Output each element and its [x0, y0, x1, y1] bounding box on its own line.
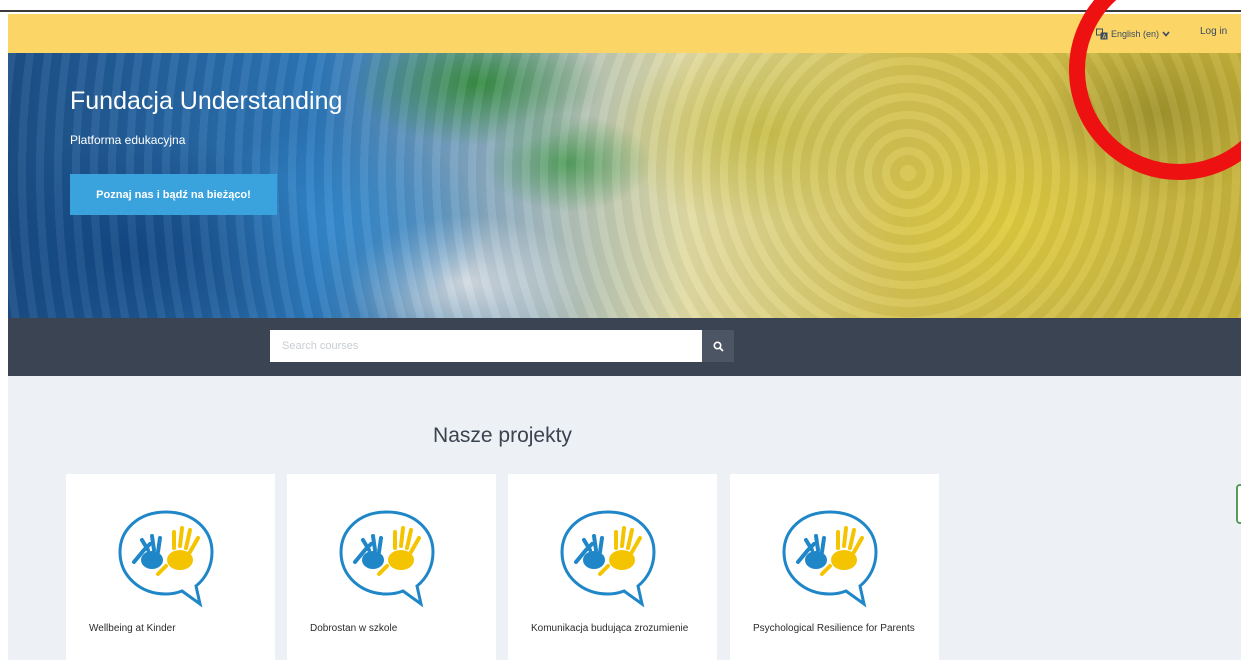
card-title: Wellbeing at Kinder	[89, 623, 176, 634]
course-card[interactable]: Wellbeing at Kinder	[66, 474, 275, 660]
course-card[interactable]: Dobrostan w szkole	[287, 474, 496, 660]
top-navbar	[8, 14, 1241, 53]
hands-speech-bubble-icon	[339, 510, 435, 608]
search-icon	[712, 340, 724, 352]
section-heading: Nasze projekty	[433, 424, 572, 447]
browser-top-edge	[0, 0, 1241, 12]
hands-speech-bubble-icon	[560, 510, 656, 608]
hero-banner: Fundacja Understanding Platforma edukacy…	[8, 53, 1241, 318]
hands-speech-bubble-icon	[118, 510, 214, 608]
search-button[interactable]	[702, 330, 734, 362]
card-title: Psychological Resilience for Parents	[753, 623, 915, 634]
hero-subtitle: Platforma edukacyjna	[70, 133, 186, 147]
course-card[interactable]: Komunikacja budująca zrozumienie	[508, 474, 717, 660]
hands-speech-bubble-icon	[782, 510, 878, 608]
card-title: Komunikacja budująca zrozumienie	[531, 623, 689, 634]
card-title: Dobrostan w szkole	[310, 623, 398, 634]
learn-more-button[interactable]: Poznaj nas i bądź na bieżąco!	[70, 174, 277, 215]
hero-title: Fundacja Understanding	[70, 87, 343, 115]
accessibility-widget-tab[interactable]	[1236, 484, 1241, 524]
search-input[interactable]	[270, 330, 702, 362]
course-card[interactable]: Psychological Resilience for Parents	[730, 474, 939, 660]
